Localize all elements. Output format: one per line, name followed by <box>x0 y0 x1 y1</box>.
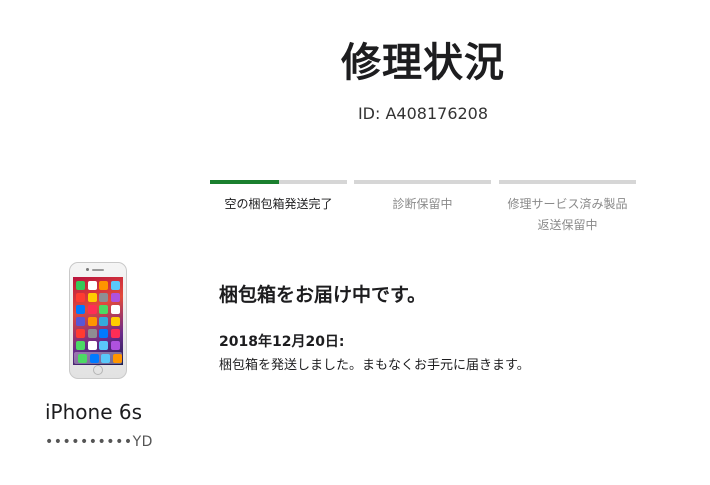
app-icon <box>87 329 97 338</box>
app-icon <box>87 305 97 314</box>
app-icon <box>99 281 108 290</box>
home-button-icon <box>93 365 103 375</box>
app-icon-grid <box>76 281 120 350</box>
app-icon <box>99 317 108 326</box>
dock <box>74 352 122 364</box>
app-icon <box>87 281 97 290</box>
device-name: iPhone 6s <box>45 400 143 424</box>
app-icon <box>87 293 97 302</box>
status-heading: 梱包箱をお届け中です。 <box>219 284 427 306</box>
app-icon <box>76 341 85 350</box>
step-label-line-2: 返送保留中 <box>537 218 598 232</box>
app-icon <box>99 305 108 314</box>
status-date: 2018年12月20日: <box>219 334 345 350</box>
step-label-line-1: 修理サービス済み製品 <box>507 197 628 211</box>
step-return-pending: 修理サービス済み製品 返送保留中 <box>499 180 636 236</box>
app-icon <box>76 317 85 326</box>
step-box-shipped: 空の梱包箱発送完了 <box>210 180 347 215</box>
iphone-icon <box>69 262 127 379</box>
app-icon <box>110 293 120 302</box>
device-serial: ••••••••••YD <box>45 434 153 450</box>
app-icon <box>76 329 85 338</box>
app-icon <box>110 341 120 350</box>
step-diagnosis-pending: 診断保留中 <box>354 180 491 215</box>
app-icon <box>99 293 108 302</box>
app-icon <box>76 305 85 314</box>
app-icon <box>87 317 97 326</box>
speaker-grille <box>92 269 104 271</box>
app-icon <box>76 281 85 290</box>
app-icon <box>99 341 108 350</box>
app-icon <box>110 317 120 326</box>
step-progress-fill <box>210 180 279 184</box>
app-icon <box>76 293 85 302</box>
step-progress-bar <box>354 180 491 184</box>
step-progress-bar <box>499 180 636 184</box>
step-label: 診断保留中 <box>392 197 453 211</box>
status-message: 梱包箱を発送しました。まもなくお手元に届きます。 <box>219 358 530 373</box>
app-icon <box>110 305 120 314</box>
phone-screen <box>73 277 123 365</box>
step-label: 空の梱包箱発送完了 <box>224 197 333 211</box>
app-icon <box>87 341 97 350</box>
app-icon <box>110 329 120 338</box>
dock-app-icon <box>78 353 87 363</box>
repair-id: ID: A408176208 <box>357 104 489 123</box>
page-title: 修理状況 <box>341 40 505 86</box>
camera-icon <box>86 268 89 271</box>
step-label: 修理サービス済み製品 返送保留中 <box>499 194 636 236</box>
dock-apps <box>78 353 122 363</box>
app-icon <box>99 329 108 338</box>
step-progress-bar <box>210 180 347 184</box>
dock-app-icon <box>112 353 122 363</box>
dock-app-icon <box>89 353 99 363</box>
dock-app-icon <box>101 353 110 363</box>
app-icon <box>110 281 120 290</box>
